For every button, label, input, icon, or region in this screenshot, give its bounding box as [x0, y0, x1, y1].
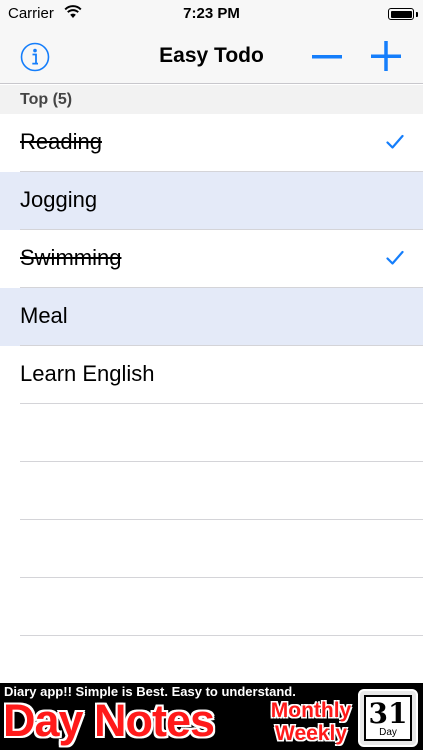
todo-row[interactable]: Jogging — [0, 172, 423, 230]
empty-row — [0, 404, 423, 462]
section-header-label: Top (5) — [20, 91, 73, 108]
empty-row — [0, 578, 423, 636]
todo-row[interactable]: Meal — [0, 288, 423, 346]
todo-label: Meal — [20, 303, 68, 328]
status-time: 7:23 PM — [183, 5, 240, 22]
todo-row[interactable]: Learn English — [0, 346, 423, 404]
todo-label: Reading — [20, 129, 102, 154]
page-title: Easy Todo — [159, 44, 264, 67]
calendar-number: 31 — [368, 697, 408, 730]
todo-label: Jogging — [20, 187, 98, 212]
ad-title: Day Notes — [3, 695, 215, 746]
ad-banner[interactable]: Diary app!! Simple is Best. Easy to unde… — [0, 683, 423, 750]
battery-icon — [388, 8, 414, 20]
todo-label: Swimming — [20, 245, 122, 270]
checkmark-icon — [386, 134, 404, 149]
info-button-icon[interactable] — [20, 42, 50, 72]
ad-subtitle-monthly: Monthly — [270, 699, 352, 722]
checkmark-icon — [386, 250, 404, 265]
calendar-label: Day — [379, 727, 397, 738]
empty-row — [0, 462, 423, 520]
section-header: Top (5) — [0, 85, 423, 114]
ad-subtitle: Monthly Weekly — [268, 699, 354, 745]
plus-icon[interactable] — [370, 40, 402, 72]
minus-icon[interactable] — [311, 42, 343, 72]
row-divider — [20, 635, 423, 636]
todo-row[interactable]: Swimming — [0, 230, 423, 288]
todo-row[interactable]: Reading — [0, 114, 423, 172]
todo-list: Reading Jogging Swimming Meal Learn Engl… — [0, 114, 423, 636]
navigation-bar: Easy Todo — [0, 28, 423, 84]
battery-nub — [416, 11, 418, 17]
empty-row — [0, 520, 423, 578]
status-bar: Carrier 7:23 PM — [0, 0, 423, 28]
todo-label: Learn English — [20, 361, 155, 386]
ad-subtitle-weekly: Weekly — [275, 722, 347, 745]
calendar-icon: 31 Day — [358, 689, 418, 747]
